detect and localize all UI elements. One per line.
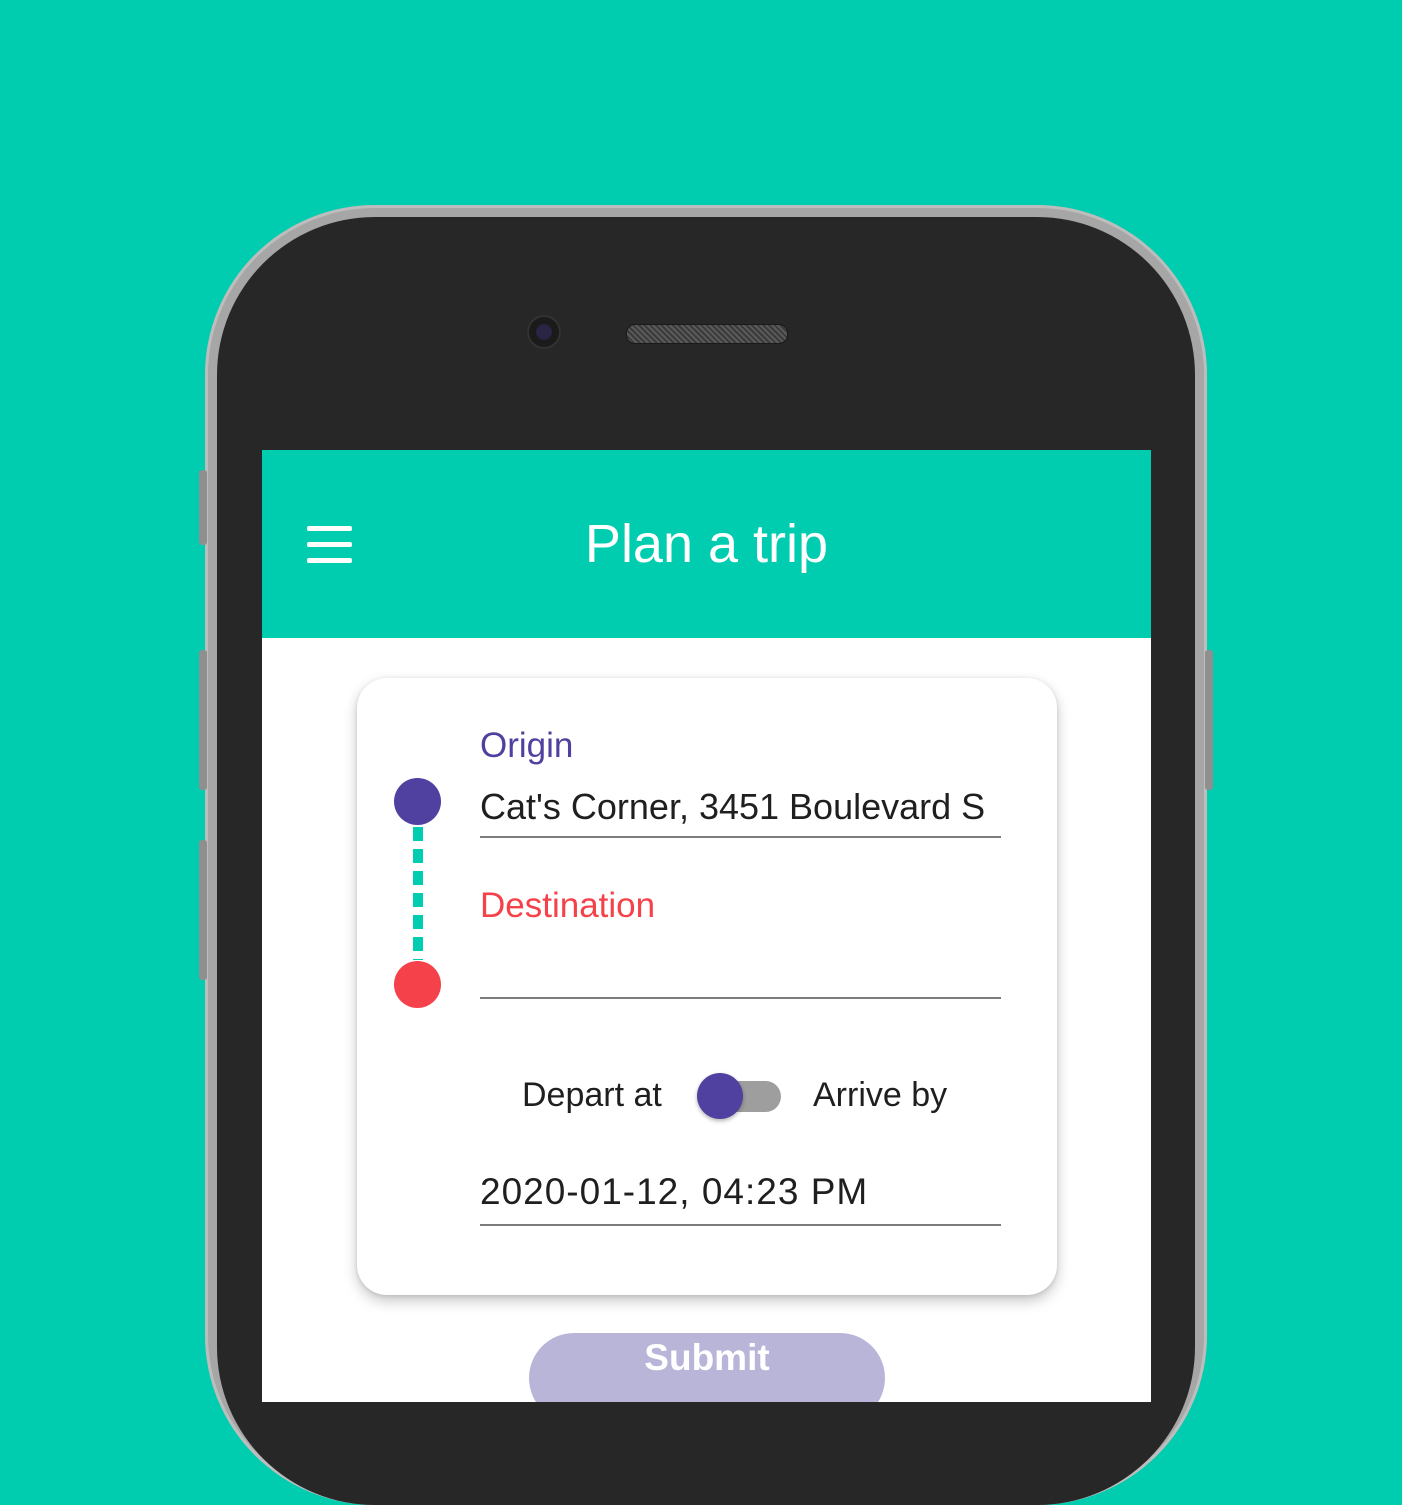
origin-input[interactable] (480, 778, 1001, 838)
origin-label: Origin (480, 726, 574, 765)
arrive-by-label: Arrive by (813, 1076, 948, 1114)
destination-input[interactable] (480, 940, 1001, 999)
datetime-input[interactable] (480, 1160, 1001, 1226)
phone-mute-switch (199, 470, 207, 545)
phone-volume-up-button (199, 650, 207, 790)
depart-at-label: Depart at (522, 1076, 662, 1114)
page-title: Plan a trip (584, 514, 829, 574)
origin-marker-icon (394, 778, 441, 825)
trip-form-card: Origin Destination Depart at Arrive by (357, 678, 1057, 1295)
route-dashed-line (413, 827, 423, 960)
submit-button[interactable]: Submit (529, 1333, 885, 1402)
destination-label: Destination (480, 886, 656, 925)
app-bar: Plan a trip (262, 450, 1151, 638)
front-camera (527, 315, 561, 349)
switch-thumb (697, 1073, 743, 1119)
earpiece-speaker (626, 324, 788, 344)
depart-arrive-toggle-row: Depart at Arrive by (357, 1073, 1057, 1119)
destination-marker-icon (394, 961, 441, 1008)
app-screen: Plan a trip Origin Destination Depart at… (262, 450, 1151, 1402)
phone-volume-down-button (199, 840, 207, 980)
phone-power-button (1205, 650, 1213, 790)
depart-arrive-switch[interactable] (697, 1073, 785, 1119)
